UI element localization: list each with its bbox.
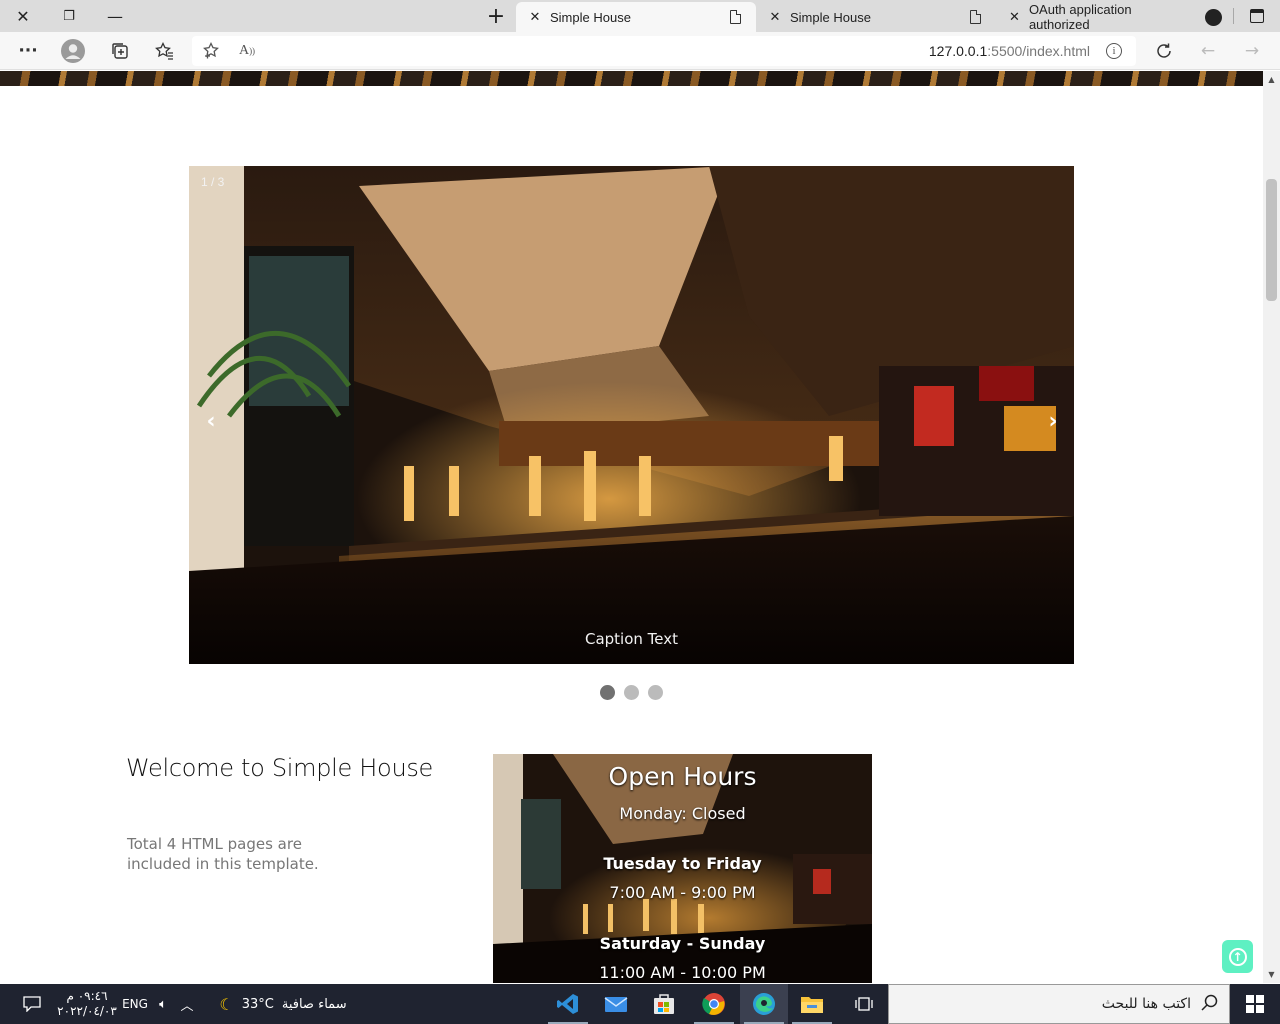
welcome-text: Total 4 HTML pages are included in this … (127, 835, 319, 873)
open-hours-card: Open Hours Monday: Closed Tuesday to Fri… (493, 754, 872, 983)
tab-actions-icon[interactable] (1234, 0, 1280, 32)
page-icon (970, 10, 981, 24)
welcome-heading: Welcome to Simple House (126, 754, 434, 782)
file-explorer-app-icon[interactable] (788, 984, 836, 1024)
search-icon (1201, 994, 1219, 1016)
tab-oauth[interactable]: ✕ OAuth application authorized (996, 2, 1196, 32)
prev-slide-button[interactable]: ‹ (199, 406, 223, 436)
page-scrollbar[interactable]: ▲ ▼ (1263, 71, 1280, 983)
tab-title: Simple House (550, 9, 631, 25)
scroll-down-icon[interactable]: ▼ (1263, 966, 1280, 983)
weekday-time: 7:00 AM - 9:00 PM (609, 883, 756, 902)
hero-image-bottom (0, 71, 1263, 86)
next-slide-button[interactable]: › (1041, 406, 1065, 436)
weather-temp: 33°C (241, 996, 274, 1012)
new-tab-button[interactable]: + (473, 0, 519, 32)
slide-dots (600, 685, 663, 700)
slide-dot-1[interactable] (600, 685, 615, 700)
read-aloud-icon[interactable]: A)) (232, 36, 262, 66)
window-minimize-icon[interactable]: — (92, 0, 138, 32)
weather-widget[interactable]: ☾ 33°C سماء صافية (208, 984, 358, 1024)
window-restore-icon[interactable]: ❐ (46, 0, 92, 32)
slide-dot-3[interactable] (648, 685, 663, 700)
tab-title: OAuth application authorized (1028, 2, 1132, 32)
forward-icon[interactable]: → (1237, 36, 1267, 66)
clock-time: ٠٩:٤٦ م (66, 989, 108, 1003)
browser-toolbar: ··· A)) 127.0.0.1:5500/index.html i ← → (0, 32, 1280, 70)
window-close-icon[interactable]: ✕ (0, 0, 46, 32)
start-button[interactable] (1230, 984, 1280, 1024)
favorites-icon[interactable] (149, 36, 179, 66)
refresh-icon[interactable] (1149, 36, 1179, 66)
more-options-icon[interactable]: ··· (13, 36, 43, 66)
vscode-app-icon[interactable] (544, 984, 592, 1024)
chrome-app-icon[interactable] (690, 984, 738, 1024)
weekend-label: Saturday - Sunday (599, 934, 766, 953)
task-view-icon[interactable] (840, 984, 888, 1024)
address-url[interactable]: 127.0.0.1:5500/index.html (929, 43, 1090, 59)
search-placeholder: اكتب هنا للبحث (1101, 996, 1191, 1012)
page-icon (730, 10, 741, 24)
collections-icon[interactable] (105, 36, 135, 66)
mail-app-icon[interactable] (592, 984, 640, 1024)
tab-github[interactable] (1196, 2, 1232, 32)
github-icon (1205, 8, 1222, 26)
monday-hours: Monday: Closed (619, 804, 746, 823)
weekday-label: Tuesday to Friday (603, 854, 762, 873)
windows-taskbar: ٠٩:٤٦ م ٢٠٢٢/٠٤/٠٣ ENG 🔈︎ ︿ ☾ 33°C سماء … (0, 984, 1280, 1024)
slideshow: 1 / 3 ‹ › Caption Text (189, 166, 1074, 664)
weekend-time: 11:00 AM - 10:00 PM (599, 963, 766, 982)
add-favorite-icon[interactable] (196, 36, 226, 66)
scroll-up-icon[interactable]: ▲ (1263, 71, 1280, 88)
site-info-icon[interactable]: i (1106, 43, 1122, 59)
notifications-icon[interactable] (12, 984, 52, 1024)
tab-title: Simple House (790, 9, 871, 25)
moon-icon: ☾ (219, 994, 234, 1014)
address-bar[interactable]: A)) 127.0.0.1:5500/index.html i (192, 36, 1136, 66)
tab-simple-house[interactable]: ✕ Simple House (756, 2, 996, 32)
tab-simple-house-active[interactable]: ✕ Simple House (516, 2, 756, 32)
scrollbar-thumb[interactable] (1266, 179, 1277, 301)
input-language[interactable]: ENG (120, 984, 150, 1024)
windows-logo-icon (1246, 995, 1264, 1013)
profile-avatar[interactable] (58, 36, 88, 66)
volume-icon[interactable]: 🔈︎ (152, 984, 174, 1024)
edge-app-icon[interactable] (740, 984, 788, 1024)
scroll-to-top-button[interactable]: ↑ (1222, 940, 1253, 973)
restaurant-slide-image (189, 166, 1074, 664)
clock-date: ٢٠٢٢/٠٤/٠٣ (57, 1004, 117, 1018)
arrow-up-icon: ↑ (1228, 947, 1247, 966)
show-hidden-icons-icon[interactable]: ︿ (176, 984, 198, 1024)
open-hours-title: Open Hours (608, 762, 757, 791)
clock[interactable]: ٠٩:٤٦ م ٢٠٢٢/٠٤/٠٣ (56, 984, 118, 1024)
slide-dot-2[interactable] (624, 685, 639, 700)
tab-close-icon[interactable]: ✕ (526, 9, 544, 25)
tab-close-icon[interactable]: ✕ (766, 9, 784, 25)
slide-counter: 1 / 3 (201, 175, 225, 189)
browser-tab-strip: ✕ ❐ — + ✕ Simple House ✕ Simple House ✕ … (0, 0, 1280, 32)
taskbar-search-box[interactable]: اكتب هنا للبحث (888, 984, 1230, 1024)
store-app-icon[interactable] (640, 984, 688, 1024)
page-viewport: 1 / 3 ‹ › Caption Text Welcome to Simple… (0, 71, 1263, 983)
slide-caption: Caption Text (584, 630, 679, 648)
tab-close-icon[interactable]: ✕ (1006, 9, 1023, 25)
back-icon[interactable]: ← (1193, 36, 1223, 66)
weather-condition: سماء صافية (281, 996, 347, 1012)
